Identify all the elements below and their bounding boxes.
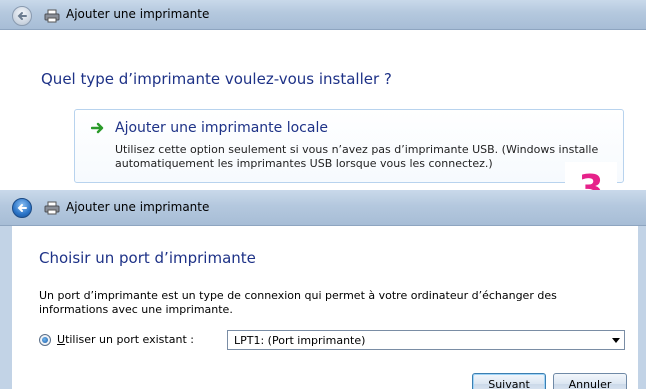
chevron-down-icon <box>612 338 620 343</box>
window-frame-right <box>638 226 646 389</box>
add-local-printer-option[interactable]: Ajouter une imprimante locale Utilisez c… <box>74 109 624 183</box>
printer-icon <box>44 201 60 215</box>
cancel-button[interactable]: Annuler <box>553 373 627 389</box>
window-title: Ajouter une imprimante <box>66 7 210 21</box>
use-existing-port-label[interactable]: Utiliser un port existant : <box>57 333 194 346</box>
window-title: Ajouter une imprimante <box>66 200 210 214</box>
port-select-value: LPT1: (Port imprimante) <box>234 334 366 347</box>
window-frame-left <box>0 226 12 389</box>
next-button[interactable]: Suivant <box>472 373 546 389</box>
back-button[interactable] <box>12 198 32 218</box>
back-arrow-icon <box>17 204 27 212</box>
add-printer-window-top: Ajouter une imprimante Quel type d’impri… <box>0 0 646 190</box>
page-heading: Choisir un port d’imprimante <box>39 249 256 267</box>
accelerator-letter: U <box>57 333 66 346</box>
radio-label-text: tiliser un port existant : <box>65 333 194 346</box>
printer-icon <box>44 9 60 23</box>
back-arrow-icon <box>17 12 27 20</box>
page-heading: Quel type d’imprimante voulez-vous insta… <box>41 70 392 88</box>
green-arrow-icon <box>91 122 104 134</box>
title-bar: Ajouter une imprimante <box>0 0 646 30</box>
option-description: Utilisez cette option seulement si vous … <box>115 143 599 170</box>
back-button[interactable] <box>12 6 32 26</box>
port-select[interactable]: LPT1: (Port imprimante) <box>227 330 625 350</box>
option-title: Ajouter une imprimante locale <box>115 120 328 136</box>
use-existing-port-radio[interactable] <box>39 334 51 346</box>
port-description: Un port d’imprimante est un type de conn… <box>39 289 557 316</box>
title-bar: Ajouter une imprimante <box>0 190 646 226</box>
add-printer-window-bottom: Ajouter une imprimante Choisir un port d… <box>0 190 646 389</box>
